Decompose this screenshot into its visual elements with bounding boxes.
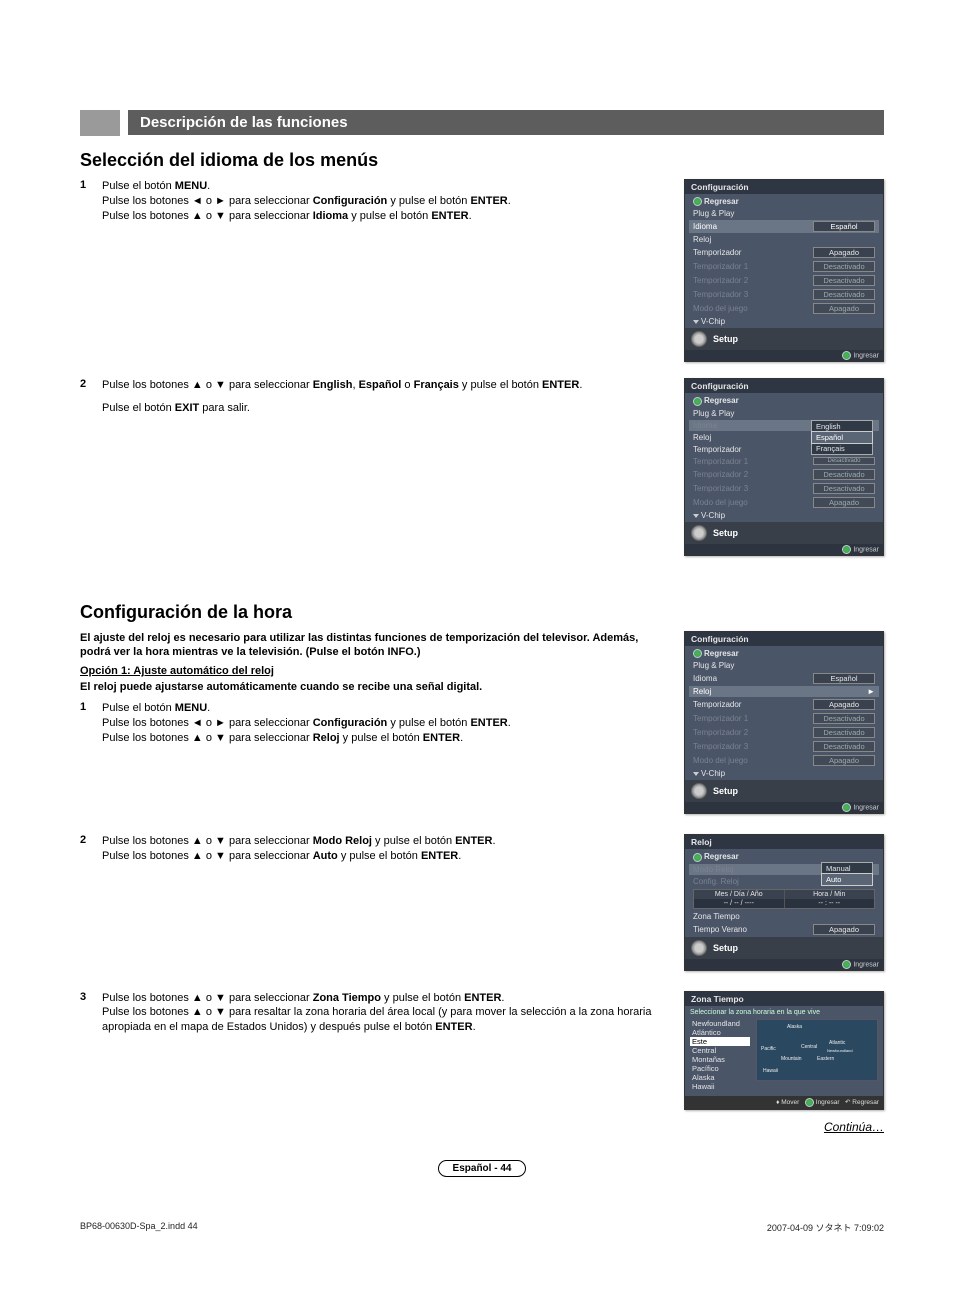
subsection-title-hora: Configuración de la hora [80,602,884,623]
intro-text: El ajuste del reloj es necesario para ut… [80,631,670,660]
footer-file: BP68-00630D-Spa_2.indd 44 [80,1221,198,1234]
step-number: 2 [80,834,94,864]
step-number: 1 [80,179,94,224]
osd-config-reloj: Configuración Regresar Plug & Play Idiom… [684,631,884,814]
footer-timestamp: 2007-04-09 ソタネト 7:09:02 [767,1221,884,1234]
step-body: Pulse el botón MENU. Pulse los botones ◄… [102,701,670,746]
gear-icon [691,525,707,541]
enter-icon [842,351,851,360]
enter-icon [693,197,702,206]
section-accent [80,110,120,136]
gear-icon [691,940,707,956]
enter-icon [842,545,851,554]
enter-icon [693,853,702,862]
page-number: Español - 44 [438,1160,527,1177]
step-number: 2 [80,378,94,416]
continue-link: Continúa… [684,1120,884,1134]
enter-icon [693,649,702,658]
option-header: Opción 1: Ajuste automático del reloj [80,665,670,677]
enter-icon [693,397,702,406]
step-body: Pulse los botones ▲ o ▼ para seleccionar… [102,991,670,1036]
osd-reloj: Reloj Regresar Modo Reloj Config. Reloj … [684,834,884,970]
step-body: Pulse los botones ▲ o ▼ para seleccionar… [102,834,670,864]
osd-zona-tiempo: Zona Tiempo Seleccionar la zona horaria … [684,991,884,1110]
zona-map: Alaska Pacific Mountain Central Eastern … [756,1019,878,1081]
osd-config-idioma-dropdown: Configuración Regresar Plug & Play Idiom… [684,378,884,555]
enter-icon [842,960,851,969]
language-dropdown: English Español Français [811,420,873,455]
chevron-down-icon [693,514,699,518]
note-text: El reloj puede ajustarse automáticamente… [80,681,670,693]
enter-icon [842,803,851,812]
gear-icon [691,331,707,347]
section-title-bar: Descripción de las funciones [128,110,884,135]
subsection-title-idioma: Selección del idioma de los menús [80,150,884,171]
step-body: Pulse los botones ▲ o ▼ para seleccionar… [102,378,670,416]
osd-config-idioma: Configuración Regresar Plug & Play Idiom… [684,179,884,362]
chevron-down-icon [693,772,699,776]
enter-icon [805,1098,814,1107]
step-body: Pulse el botón MENU. Pulse los botones ◄… [102,179,670,224]
chevron-down-icon [693,320,699,324]
gear-icon [691,783,707,799]
zona-list: Newfoundland Atlántico Este Central Mont… [690,1019,750,1091]
step-number: 1 [80,701,94,746]
step-number: 3 [80,991,94,1036]
modo-reloj-dropdown: Manual Auto [821,862,873,886]
